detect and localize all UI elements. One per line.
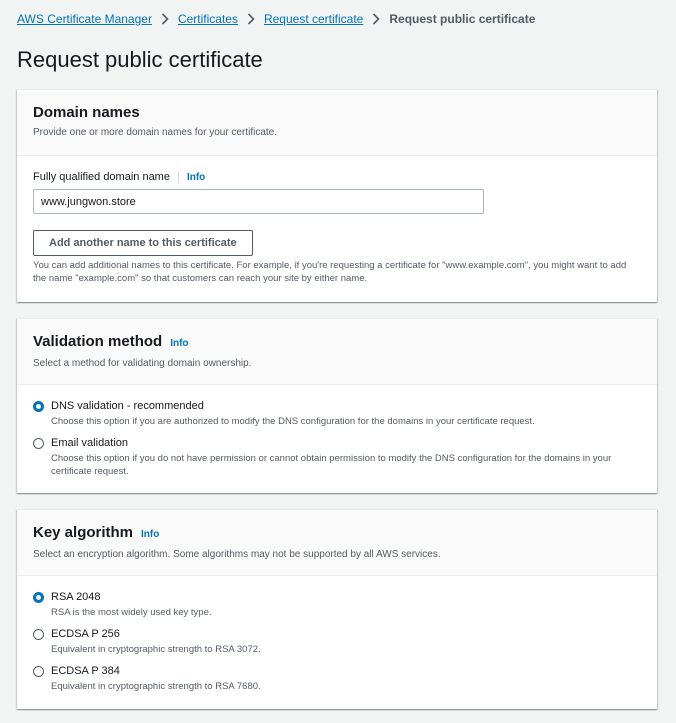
domain-names-title: Domain names (33, 104, 140, 121)
validation-method-panel: Validation method Info Select a method f… (17, 318, 657, 493)
page-title: Request public certificate (17, 47, 263, 72)
domain-names-description: Provide one or more domain names for you… (33, 127, 277, 138)
chevron-right-icon (152, 13, 178, 25)
dns-validation-description: Choose this option if you are authorized… (51, 416, 535, 427)
ecdsa-p384-option[interactable]: ECDSA P 384 Equivalent in cryptographic … (33, 664, 261, 693)
domain-names-body: Fully qualified domain name Info Add ano… (17, 171, 657, 285)
chevron-right-icon (238, 13, 264, 25)
rsa-2048-label: RSA 2048 (51, 591, 101, 603)
radio-button-icon[interactable] (33, 401, 44, 412)
email-validation-option[interactable]: Email validation Choose this option if y… (33, 436, 641, 478)
label-divider (177, 171, 179, 183)
validation-header: Validation method Info Select a method f… (17, 319, 657, 385)
breadcrumb-link-acm[interactable]: AWS Certificate Manager (17, 12, 152, 26)
ecdsa-p384-description: Equivalent in cryptographic strength to … (51, 681, 261, 692)
key-algorithm-description: Select an encryption algorithm. Some alg… (33, 549, 441, 560)
validation-description: Select a method for validating domain ow… (33, 358, 252, 369)
key-algorithm-title: Key algorithm Info (33, 524, 641, 544)
dns-validation-option[interactable]: DNS validation - recommended Choose this… (33, 399, 535, 428)
fqdn-input[interactable] (33, 189, 484, 214)
ecdsa-p384-label: ECDSA P 384 (51, 665, 120, 677)
fqdn-label-text: Fully qualified domain name (33, 171, 170, 183)
add-name-hint: You can add additional names to this cer… (33, 260, 627, 284)
domain-names-panel: Domain names Provide one or more domain … (17, 89, 657, 302)
fqdn-info-link[interactable]: Info (187, 172, 205, 183)
ecdsa-p256-option[interactable]: ECDSA P 256 Equivalent in cryptographic … (33, 627, 261, 656)
key-algorithm-panel: Key algorithm Info Select an encryption … (17, 509, 657, 709)
breadcrumb-current: Request public certificate (389, 12, 536, 26)
radio-button-icon[interactable] (33, 592, 44, 603)
email-validation-label: Email validation (51, 437, 129, 449)
ecdsa-p256-label: ECDSA P 256 (51, 628, 120, 640)
dns-validation-label: DNS validation - recommended (51, 400, 204, 412)
key-algorithm-header: Key algorithm Info Select an encryption … (17, 510, 657, 576)
breadcrumb-link-certificates[interactable]: Certificates (178, 12, 238, 26)
radio-button-icon[interactable] (33, 666, 44, 677)
radio-button-icon[interactable] (33, 629, 44, 640)
chevron-right-icon (363, 13, 389, 25)
radio-button-icon[interactable] (33, 438, 44, 449)
validation-info-link[interactable]: Info (170, 335, 188, 353)
breadcrumb-link-request-certificate[interactable]: Request certificate (264, 12, 363, 26)
fqdn-label: Fully qualified domain name Info (33, 171, 641, 183)
domain-names-header: Domain names Provide one or more domain … (17, 90, 657, 156)
key-algorithm-info-link[interactable]: Info (141, 526, 159, 544)
rsa-2048-option[interactable]: RSA 2048 RSA is the most widely used key… (33, 590, 212, 619)
add-another-name-button[interactable]: Add another name to this certificate (33, 230, 253, 256)
rsa-2048-description: RSA is the most widely used key type. (51, 607, 212, 618)
email-validation-description: Choose this option if you do not have pe… (51, 453, 612, 477)
validation-title: Validation method Info (33, 333, 641, 353)
breadcrumb: AWS Certificate Manager Certificates Req… (17, 12, 535, 26)
ecdsa-p256-description: Equivalent in cryptographic strength to … (51, 644, 261, 655)
